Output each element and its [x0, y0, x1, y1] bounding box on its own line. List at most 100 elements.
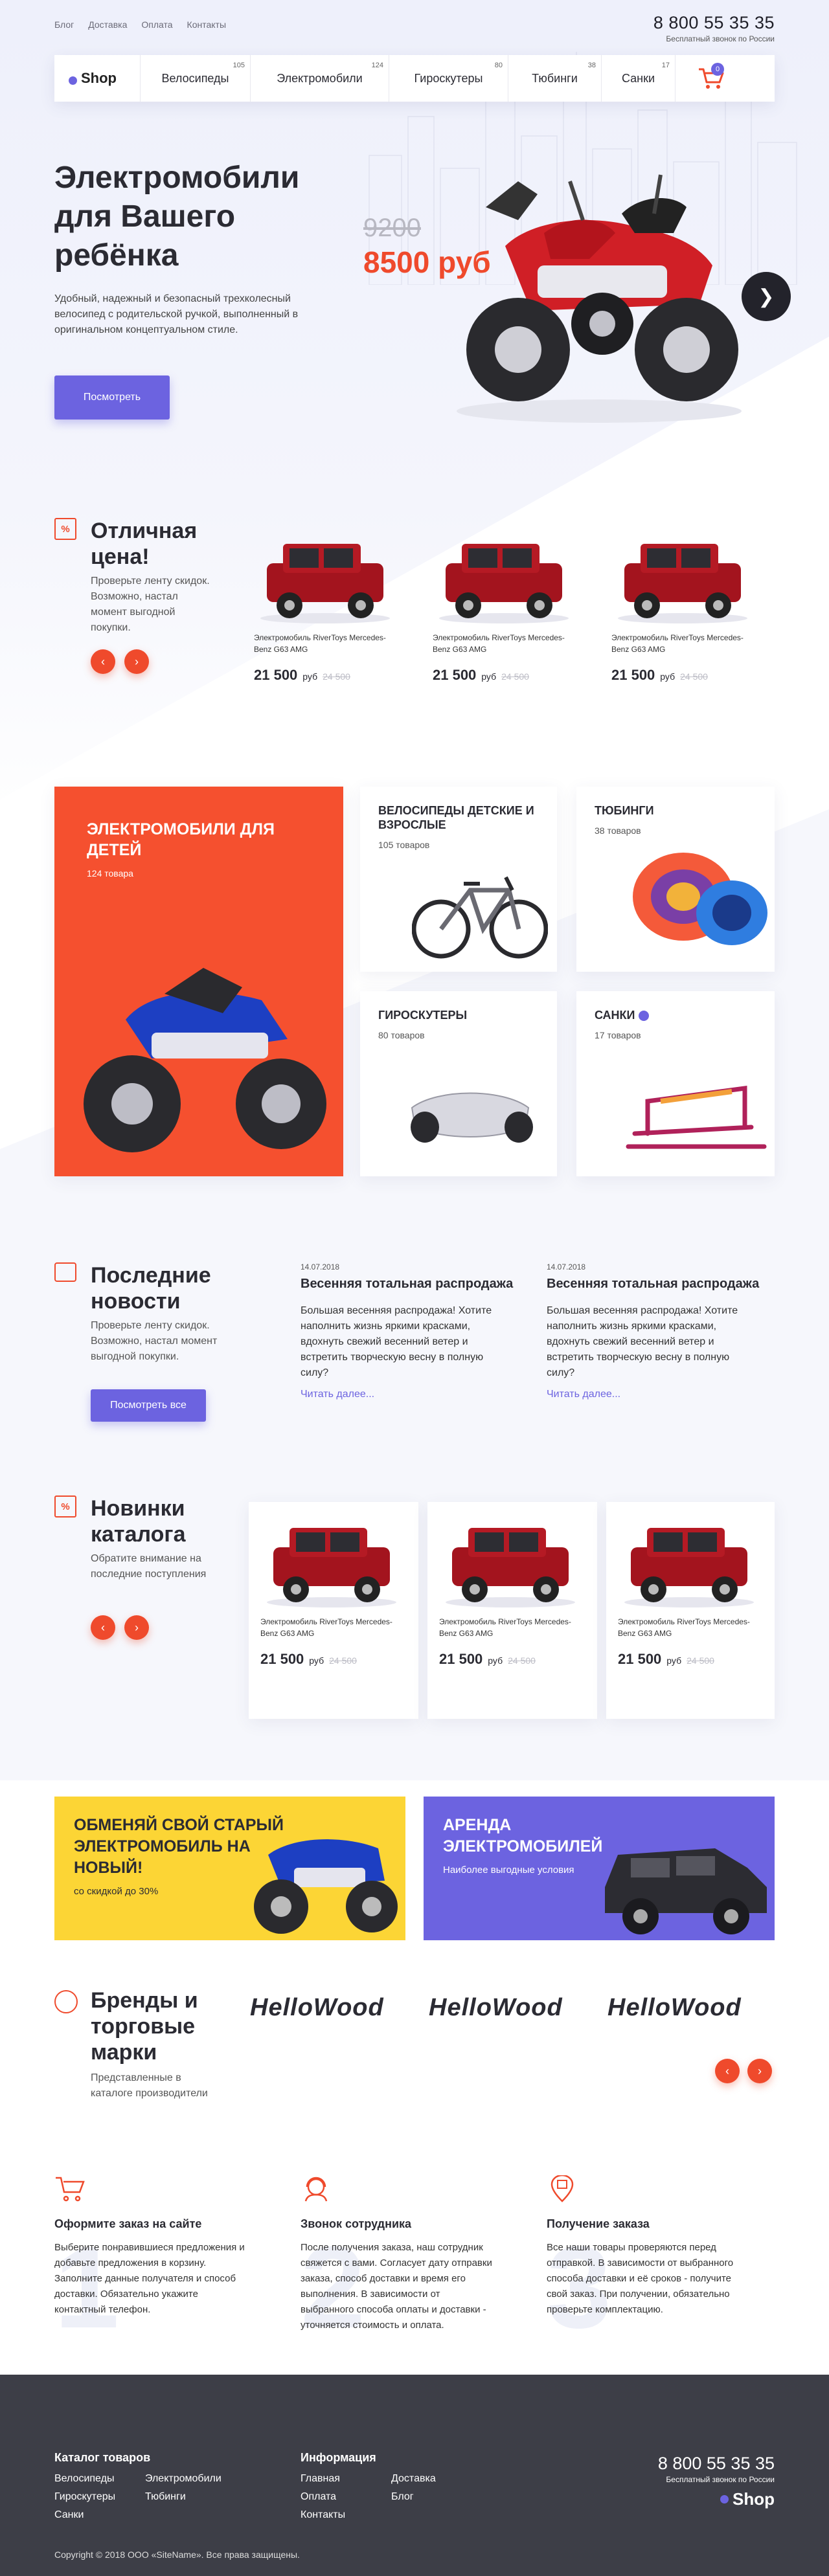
- product-car-image: [618, 544, 747, 623]
- cart-button[interactable]: 0: [675, 55, 746, 102]
- footer-link-tubing[interactable]: Тюбинги: [145, 2491, 186, 2503]
- hero-next-arrow[interactable]: ❯: [742, 272, 791, 321]
- phone-note: Бесплатный звонок по России: [666, 34, 775, 43]
- news-date: 14.07.2018: [547, 1262, 586, 1271]
- product-card[interactable]: Электромобиль RiverToys Mercedes-Benz G6…: [427, 1502, 597, 1719]
- product-card[interactable]: Электромобиль RiverToys Mercedes-Benz G6…: [600, 518, 768, 699]
- news-read-more-link[interactable]: Читать далее...: [301, 1389, 513, 1400]
- best-price-next-arrow[interactable]: ›: [124, 649, 149, 674]
- category-count: 105 товаров: [378, 840, 430, 850]
- category-sleds[interactable]: САНКИ 17 товаров: [576, 991, 775, 1176]
- chevron-right-icon: ❯: [758, 286, 775, 308]
- category-tubing[interactable]: ТЮБИНГИ 38 товаров: [576, 787, 775, 972]
- cart-check-icon: [56, 2177, 85, 2202]
- product-card[interactable]: Электромобиль RiverToys Mercedes-Benz G6…: [606, 1502, 775, 1719]
- menu-item-bicycles[interactable]: Велосипеды 105: [140, 55, 250, 102]
- step-order: 1 Оформите заказ на сайте Выберите понра…: [54, 2175, 249, 2353]
- news-view-all-button[interactable]: Посмотреть все: [91, 1389, 206, 1422]
- nav-link-delivery[interactable]: Доставка: [88, 19, 127, 30]
- step-receive: 3 Получение заказа Все наши товары прове…: [547, 2174, 741, 2353]
- footer-link-electromobiles[interactable]: Электромобили: [145, 2473, 221, 2485]
- news-read-more-link[interactable]: Читать далее...: [547, 1389, 759, 1400]
- news-item-text: Большая весенняя распродажа! Хотите напо…: [301, 1305, 492, 1378]
- category-count: 38 товаров: [595, 825, 641, 836]
- brand-logo[interactable]: HelloWood: [608, 1994, 742, 2022]
- brands-next-arrow[interactable]: ›: [747, 2059, 772, 2083]
- product-price: 21 500 руб 24 500: [618, 1651, 714, 1667]
- brands-section: Бренды и торговые марки Представленные в…: [54, 1988, 775, 2117]
- new-items-prev-arrow[interactable]: ‹: [91, 1615, 115, 1640]
- product-car-image: [267, 1528, 396, 1607]
- discount-icon: %: [54, 1495, 76, 1518]
- product-price: 21 500 руб 24 500: [433, 667, 529, 683]
- news-item-title[interactable]: Весенняя тотальная распродажа: [301, 1277, 513, 1292]
- brands-desc: Представленные в каталоге производители: [91, 2072, 208, 2099]
- hero-new-price: 8500 руб: [363, 245, 491, 279]
- product-price: 21 500 руб 24 500: [611, 667, 708, 683]
- product-price: 21 500 руб 24 500: [254, 667, 350, 683]
- best-price-title: Отличная цена!: [91, 519, 198, 569]
- footer-link-hoverboards[interactable]: Гироскутеры: [54, 2491, 115, 2503]
- footer-phone-number[interactable]: 8 800 55 35 35: [658, 2454, 775, 2474]
- brands-prev-arrow[interactable]: ‹: [715, 2059, 740, 2083]
- menu-item-electromobiles[interactable]: Электромобили 124: [250, 55, 389, 102]
- phone-number[interactable]: 8 800 55 35 35: [653, 13, 775, 33]
- nav-link-blog[interactable]: Блог: [54, 19, 74, 30]
- nav-link-payment[interactable]: Оплата: [141, 19, 172, 30]
- news-item-title[interactable]: Весенняя тотальная распродажа: [547, 1277, 759, 1292]
- category-hoverboards[interactable]: ГИРОСКУТЕРЫ 80 товаров: [360, 991, 557, 1176]
- footer-link-delivery[interactable]: Доставка: [391, 2473, 436, 2485]
- category-title: ВЕЛОСИПЕДЫ ДЕТСКИЕ И ВЗРОСЛЫЕ: [378, 804, 534, 831]
- banner-quad-image: [254, 1839, 398, 1934]
- rental-banner[interactable]: АРЕНДА ЭЛЕКТРОМОБИЛЕЙ Наиболее выгодные …: [424, 1797, 775, 1940]
- product-car-image: [446, 1528, 575, 1607]
- nav-link-contacts[interactable]: Контакты: [187, 19, 226, 30]
- product-card[interactable]: Электромобиль RiverToys Mercedes-Benz G6…: [421, 518, 589, 699]
- footer: Каталог товаров Велосипеды Электромобили…: [0, 2375, 829, 2576]
- megaphone-icon: [54, 1262, 76, 1282]
- product-car-image: [624, 1528, 754, 1607]
- brands-title: Бренды и торговые марки: [91, 1988, 198, 2065]
- menu-item-tubing[interactable]: Тюбинги 38: [508, 55, 601, 102]
- news-item: 14.07.2018 Весенняя тотальная распродажа…: [547, 1262, 759, 1400]
- brand-logo[interactable]: HelloWood: [429, 1994, 563, 2022]
- footer-link-blog[interactable]: Блог: [391, 2491, 414, 2503]
- footer-info-title: Информация: [301, 2451, 376, 2464]
- footer-link-contacts[interactable]: Контакты: [301, 2509, 345, 2521]
- category-electromobiles[interactable]: ЭЛЕКТРОМОБИЛИ ДЛЯ ДЕТЕЙ 124 товара: [54, 787, 343, 1176]
- product-name: Электромобиль RiverToys Mercedes-Benz G6…: [254, 633, 386, 654]
- product-card[interactable]: Электромобиль RiverToys Mercedes-Benz G6…: [242, 518, 411, 699]
- logo[interactable]: Shop: [54, 70, 140, 87]
- chevron-left-icon: ‹: [101, 1620, 105, 1634]
- footer-logo[interactable]: Shop: [658, 2489, 775, 2509]
- product-card[interactable]: Электромобиль RiverToys Mercedes-Benz G6…: [249, 1502, 418, 1719]
- step-title: Получение заказа: [547, 2217, 650, 2230]
- cart-count-badge: 0: [711, 63, 724, 76]
- hero-view-button[interactable]: Посмотреть: [54, 375, 170, 420]
- category-bicycles[interactable]: ВЕЛОСИПЕДЫ ДЕТСКИЕ И ВЗРОСЛЫЕ 105 товаро…: [360, 787, 557, 972]
- menu-item-sleds[interactable]: Санки 17: [601, 55, 675, 102]
- menu-item-hoverboards[interactable]: Гироскутеры 80: [389, 55, 508, 102]
- categories-section: ЭЛЕКТРОМОБИЛИ ДЛЯ ДЕТЕЙ 124 товара ВЕЛОС…: [54, 787, 775, 1178]
- news-desc: Проверьте ленту скидок. Возможно, настал…: [91, 1320, 218, 1362]
- banner-car-image: [605, 1848, 767, 1934]
- category-tubing-image: [633, 853, 767, 945]
- product-name: Электромобиль RiverToys Mercedes-Benz G6…: [260, 1617, 392, 1638]
- footer-link-home[interactable]: Главная: [301, 2473, 340, 2485]
- trade-in-banner[interactable]: ОБМЕНЯЙ СВОЙ СТАРЫЙ ЭЛЕКТРОМОБИЛЬ НА НОВ…: [54, 1797, 405, 1940]
- category-title: ЭЛЕКТРОМОБИЛИ ДЛЯ ДЕТЕЙ: [87, 820, 275, 859]
- new-items-next-arrow[interactable]: ›: [124, 1615, 149, 1640]
- footer-link-payment[interactable]: Оплата: [301, 2491, 336, 2503]
- chevron-right-icon: ›: [135, 655, 139, 668]
- brand-logo[interactable]: HelloWood: [250, 1994, 384, 2022]
- best-price-prev-arrow[interactable]: ‹: [91, 649, 115, 674]
- logo-smile-icon: [720, 2495, 729, 2503]
- chevron-right-icon: ›: [758, 2064, 762, 2078]
- logo-smile-icon: [69, 76, 77, 85]
- footer-link-bicycles[interactable]: Велосипеды: [54, 2473, 114, 2485]
- banner-subtitle: со скидкой до 30%: [74, 1886, 159, 1897]
- footer-phone-note: Бесплатный звонок по России: [666, 2475, 775, 2484]
- category-sled-image: [626, 1086, 767, 1149]
- footer-link-sleds[interactable]: Санки: [54, 2509, 84, 2521]
- category-count: 80 товаров: [378, 1030, 425, 1040]
